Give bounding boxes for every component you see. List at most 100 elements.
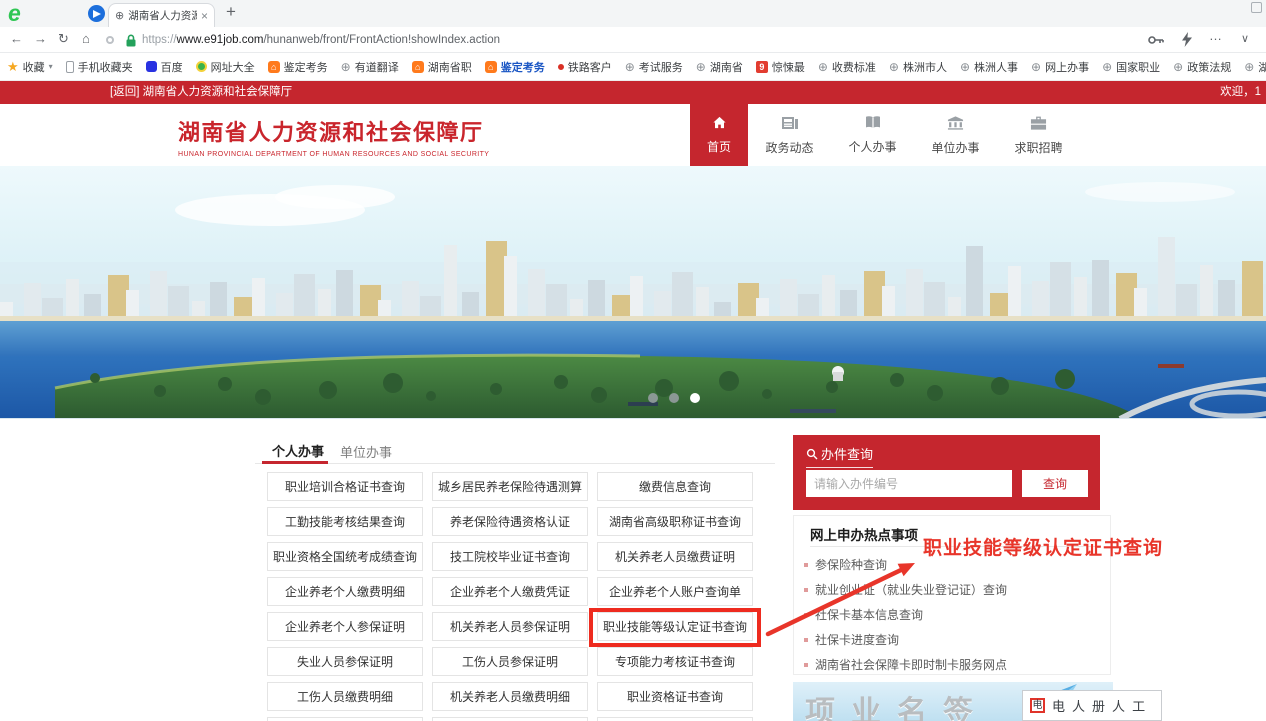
service-button[interactable]: 职业培训合格证书查询 [267,472,423,501]
tab-personal-services[interactable]: 个人办事 [272,441,324,460]
forward-icon[interactable]: → [34,31,47,46]
service-button[interactable]: 企业养老个人缴费明细 [267,577,423,606]
bookmark-item[interactable]: ⊕政策法规 [1173,59,1231,75]
main-nav: 首页政务动态个人办事单位办事求职招聘 [690,104,1080,166]
nav-item-jobs[interactable]: 求职招聘 [997,104,1080,166]
service-button[interactable]: 企业养老个人参保证明 [267,612,423,641]
carousel-dot-active[interactable] [690,393,700,403]
lock-icon[interactable] [126,34,136,47]
bookmark-item[interactable]: 百度 [146,59,183,75]
bookmark-item[interactable]: ⊕湖南省人 [1244,59,1266,75]
browser-tab[interactable]: ⊕ 湖南省人力资源和社会保障厅 × [108,3,215,27]
service-button[interactable]: 失业人员参保证明 [267,647,423,676]
url-field[interactable]: https://www.e91job.com/hunanweb/front/Fr… [142,34,500,46]
service-button[interactable]: 城乡居民养老保险待遇测算 [432,472,588,501]
service-button[interactable]: 职业技能等级认定证书查询 [597,612,753,641]
hot-topic-label: 社保卡基本信息查询 [815,606,923,623]
service-button[interactable]: 技工院校毕业证书查询 [432,542,588,571]
nav-item-unit[interactable]: 单位办事 [914,104,997,166]
globe-icon: ⊕ [818,60,828,74]
site-logo[interactable]: 湖南省人力资源和社会保障厅 HUNAN PROVINCIAL DEPARTMEN… [178,115,489,158]
banner-back-title[interactable]: [返回] 湖南省人力资源和社会保障厅 [110,81,292,104]
browser-badge-icon[interactable] [88,5,105,22]
globe-icon: ⊕ [625,60,635,74]
bookmark-item[interactable]: ⊕有道翻译 [341,59,399,75]
bookmark-item[interactable]: ⌂湖南省职 [412,59,472,75]
service-button[interactable]: 湖南省高级职称证书查询 [597,507,753,536]
nav-item-personal[interactable]: 个人办事 [831,104,914,166]
bookmark-item[interactable]: ⊕收费标准 [818,59,876,75]
service-button[interactable]: 工伤人员参保证明 [432,647,588,676]
hot-topic-link[interactable]: 社保卡进度查询 [804,627,1007,652]
reload-icon[interactable]: ↻ [58,31,69,47]
carousel-dot[interactable] [648,393,658,403]
case-number-input[interactable] [806,470,1012,497]
bookmark-item[interactable]: ⊕株洲人事 [960,59,1018,75]
bookmark-label: 株洲市人 [903,59,947,75]
service-button[interactable]: 机关养老人员缴费明细 [432,682,588,711]
globe-icon: ⊕ [960,60,970,74]
bookmark-item[interactable]: ⊕国家职业 [1102,59,1160,75]
bookmark-label: 考试服务 [639,59,683,75]
bookmark-item[interactable]: 铁路客户 [558,59,612,75]
service-button[interactable]: 机关养老人员参保证明 [432,612,588,641]
bookmark-item[interactable]: ⊕网上办事 [1031,59,1089,75]
service-button[interactable]: 职业资格全国统考成绩查询 [267,542,423,571]
site-info-icon[interactable] [106,36,114,44]
bookmark-label: 有道翻译 [355,59,399,75]
more-menu-icon[interactable]: … [1209,28,1222,43]
hot-topic-link[interactable]: 湖南省社会保障卡即时制卡服务网点 [804,652,1007,677]
bookmark-item[interactable]: 手机收藏夹 [66,59,133,75]
bookmark-item[interactable]: ⌂鉴定考务 [485,59,545,75]
service-button-partial[interactable] [432,717,588,721]
service-button-partial[interactable] [267,717,423,721]
service-button[interactable]: 企业养老个人缴费凭证 [432,577,588,606]
system-banner: [返回] 湖南省人力资源和社会保障厅 欢迎，1 [0,81,1266,104]
service-button[interactable]: 专项能力考核证书查询 [597,647,753,676]
service-button[interactable]: 工伤人员缴费明细 [267,682,423,711]
hot-topic-link[interactable]: 就业创业证（就业失业登记证）查询 [804,577,1007,602]
chevron-down-icon[interactable]: ∨ [1241,32,1249,45]
service-button[interactable]: 职业资格证书查询 [597,682,753,711]
bookmark-item[interactable]: ⌂鉴定考务 [268,59,328,75]
bookmark-item[interactable]: ⊕ 湖南省 [696,59,743,75]
bookmarks-bar: ★收藏▾手机收藏夹百度网址大全⌂鉴定考务⊕有道翻译⌂湖南省职⌂鉴定考务铁路客户⊕… [0,53,1266,81]
hot-topics-title: 网上申办热点事项 [810,524,918,544]
new-tab-button[interactable]: + [226,2,236,22]
bookmark-label: 湖南省 [710,59,743,75]
bookmark-item[interactable]: ★收藏▾ [7,59,53,75]
back-link[interactable]: [返回] [110,86,139,98]
service-button[interactable]: 企业养老个人账户查询单 [597,577,753,606]
bookmark-label: 湖南省人 [1258,59,1266,75]
caret-down-icon: ▾ [49,62,53,71]
nav-item-news[interactable]: 政务动态 [748,104,831,166]
bookmark-item[interactable]: ⊕ 考试服务 [625,59,683,75]
bookmark-item[interactable]: 9惊悚最 [756,59,805,75]
back-icon[interactable]: ← [10,31,23,46]
globe-favicon-icon: ⊕ [115,9,124,22]
annotation-label: 职业技能等级认定证书查询 [923,533,1163,560]
service-button[interactable]: 养老保险待遇资格认证 [432,507,588,536]
carousel-dot[interactable] [669,393,679,403]
tab-close-icon[interactable]: × [201,9,208,23]
bookmark-label: 鉴定考务 [284,59,328,75]
query-submit-button[interactable]: 查询 [1022,470,1088,497]
service-button[interactable]: 机关养老人员缴费证明 [597,542,753,571]
bookmark-item[interactable]: 网址大全 [196,59,255,75]
browser-logo-icon[interactable]: e [8,0,21,27]
hot-topic-link[interactable]: 社保卡基本信息查询 [804,602,1007,627]
lightning-icon[interactable] [1182,32,1192,47]
banner-strip-glyph: 电 [1030,698,1045,713]
banner-strip-glyph: 电 [1052,696,1065,715]
service-button-partial[interactable] [597,717,753,721]
phone-icon [66,61,74,73]
nav-item-home[interactable]: 首页 [690,104,748,166]
bookmark-item[interactable]: ⊕株洲市人 [889,59,947,75]
service-button[interactable]: 缴费信息查询 [597,472,753,501]
service-button[interactable]: 工勤技能考核结果查询 [267,507,423,536]
globe-icon: ⊕ [696,60,706,74]
banner-strip-glyph: 人 [1112,696,1125,715]
home-icon[interactable]: ⌂ [82,31,90,46]
key-icon[interactable] [1148,34,1164,46]
tab-unit-services[interactable]: 单位办事 [340,442,392,461]
